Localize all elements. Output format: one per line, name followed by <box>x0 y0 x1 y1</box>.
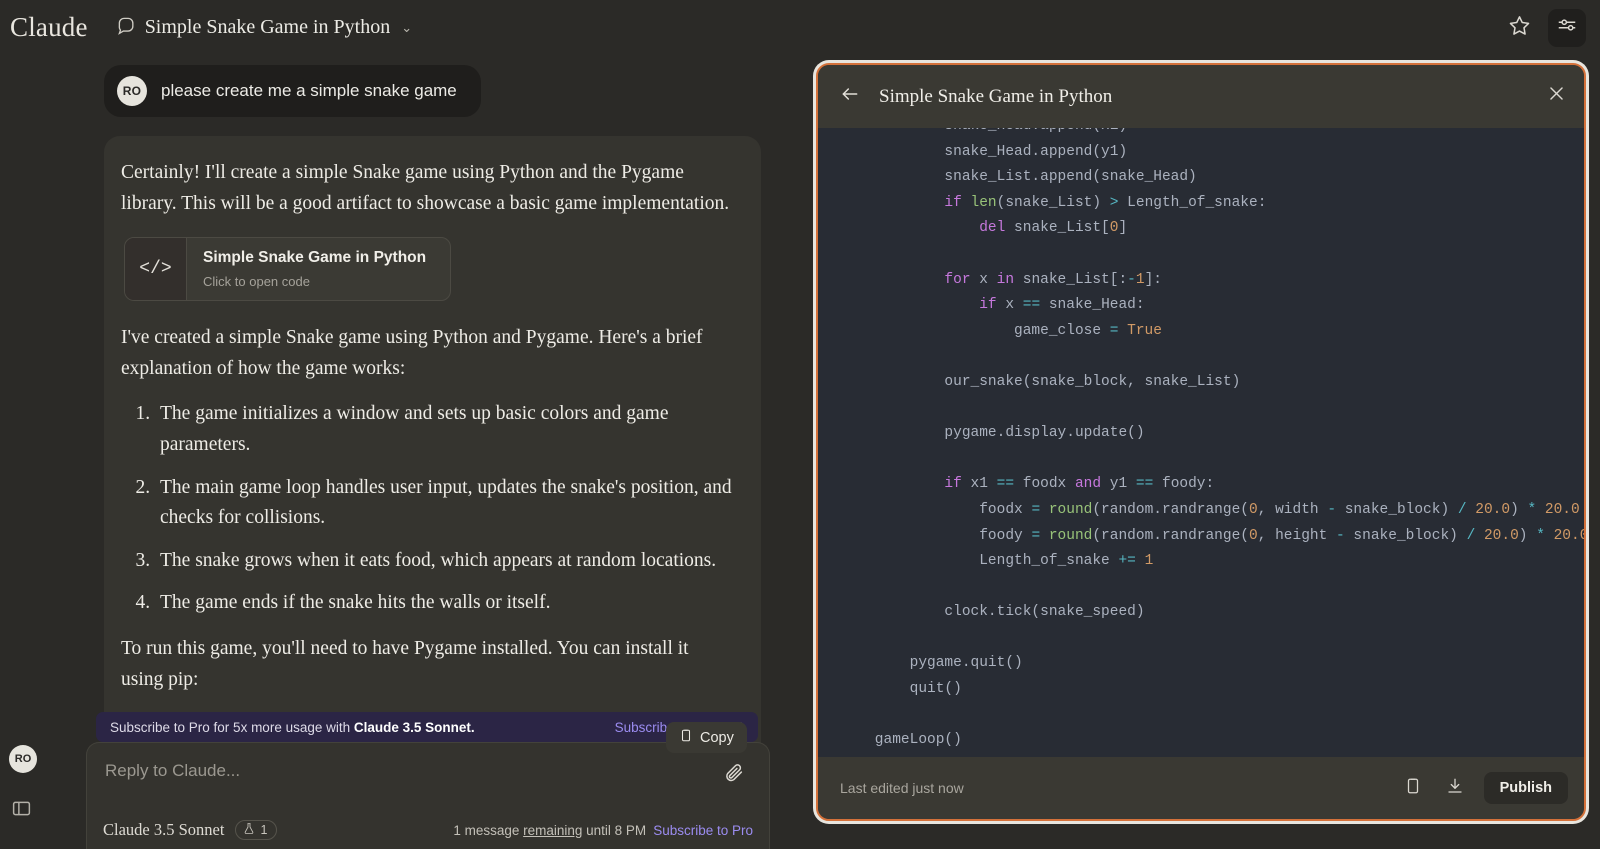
avatar: RO <box>117 76 147 106</box>
code-icon: </> <box>125 238 187 301</box>
artifact-panel-footer: Last edited just now Publish <box>818 757 1584 819</box>
assistant-intro: Certainly! I'll create a simple Snake ga… <box>121 162 730 214</box>
list-item: The snake grows when it eats food, which… <box>155 546 733 577</box>
composer-footer: Claude 3.5 Sonnet 1 1 message remaining … <box>103 820 753 840</box>
assistant-steps-list: The game initializes a window and sets u… <box>155 399 733 619</box>
promo-banner: Subscribe to Pro for 5x more usage with … <box>96 712 758 742</box>
artifact-preview-card[interactable]: </> Simple Snake Game in Python Click to… <box>124 237 451 302</box>
usage-badge[interactable]: 1 <box>235 820 278 840</box>
user-avatar-button[interactable]: RO <box>9 745 37 773</box>
conversation-title: Simple Snake Game in Python <box>144 16 391 38</box>
settings-button[interactable] <box>1548 8 1586 47</box>
chat-bubble-icon <box>117 16 136 40</box>
user-message: RO please create me a simple snake game <box>104 65 481 117</box>
assistant-message: Certainly! I'll create a simple Snake ga… <box>104 136 761 796</box>
promo-text: Subscribe to Pro for 5x more usage with … <box>110 720 475 735</box>
code-content: snake_Head.append(x1) snake_Head.append(… <box>874 128 1584 749</box>
star-button[interactable] <box>1500 9 1538 47</box>
artifact-panel-header: Simple Snake Game in Python <box>818 65 1584 128</box>
download-icon <box>1446 777 1464 800</box>
assistant-explanation: I've created a simple Snake game using P… <box>121 327 703 379</box>
chevron-down-icon: ⌄ <box>401 19 413 35</box>
subscribe-link[interactable]: Subscribe to Pro <box>653 823 753 838</box>
artifact-card-title: Simple Snake Game in Python <box>203 248 427 266</box>
sidebar-toggle-icon <box>11 801 32 823</box>
user-message-text: please create me a simple snake game <box>161 81 457 100</box>
publish-button[interactable]: Publish <box>1483 772 1568 804</box>
promo-text-lead: Subscribe to Pro for 5x more usage with <box>110 719 354 735</box>
top-bar-actions <box>1500 8 1586 47</box>
assistant-closing: To run this game, you'll need to have Py… <box>121 638 689 690</box>
promo-model-name: Claude 3.5 Sonnet. <box>353 719 475 735</box>
list-item: The game initializes a window and sets u… <box>155 399 733 460</box>
last-edited-label: Last edited just now <box>840 780 964 796</box>
claude-app: Claude Simple Snake Game in Python ⌄ RO … <box>0 0 1600 849</box>
list-item: The main game loop handles user input, u… <box>155 473 733 534</box>
artifact-panel: Simple Snake Game in Python snake_Head.a… <box>816 63 1586 821</box>
usage-status: 1 message remaining until 8 PM Subscribe … <box>453 823 753 838</box>
sliders-icon <box>1556 14 1578 41</box>
model-selector[interactable]: Claude 3.5 Sonnet <box>103 820 224 840</box>
clipboard-icon <box>679 728 693 747</box>
close-panel-button[interactable] <box>1547 84 1566 109</box>
artifact-card-meta: Simple Snake Game in Python Click to ope… <box>187 238 426 300</box>
download-button[interactable] <box>1438 771 1472 805</box>
brand-logo[interactable]: Claude <box>10 12 88 43</box>
artifact-footer-actions: Publish <box>1396 771 1568 805</box>
copy-tooltip-label: Copy <box>700 729 734 746</box>
list-item: The game ends if the snake hits the wall… <box>155 588 733 619</box>
usage-remaining: remaining <box>523 822 583 838</box>
flask-icon <box>243 822 255 838</box>
back-button[interactable] <box>840 84 860 110</box>
artifact-card-subtitle: Click to open code <box>203 274 310 290</box>
star-icon <box>1508 14 1531 42</box>
artifact-panel-title: Simple Snake Game in Python <box>879 85 1113 107</box>
copy-tooltip[interactable]: Copy <box>666 722 747 753</box>
paperclip-icon <box>723 762 744 788</box>
user-message-row: RO please create me a simple snake game <box>0 55 800 117</box>
usage-text-before: 1 message <box>453 822 524 838</box>
sidebar-toggle-button[interactable] <box>11 798 32 824</box>
code-viewer[interactable]: snake_Head.append(x1) snake_Head.append(… <box>818 128 1584 757</box>
composer: Reply to Claude... Claude 3.5 Sonnet 1 1… <box>86 742 770 849</box>
usage-badge-count: 1 <box>260 823 268 837</box>
attach-button[interactable] <box>713 755 753 795</box>
usage-text-after: until 8 PM <box>582 822 647 838</box>
top-bar: Claude Simple Snake Game in Python ⌄ <box>0 0 1600 55</box>
clipboard-icon <box>1404 777 1422 800</box>
reply-input[interactable]: Reply to Claude... <box>105 761 240 781</box>
copy-code-button[interactable] <box>1396 771 1430 805</box>
conversation-title-menu[interactable]: Simple Snake Game in Python ⌄ <box>117 16 412 40</box>
